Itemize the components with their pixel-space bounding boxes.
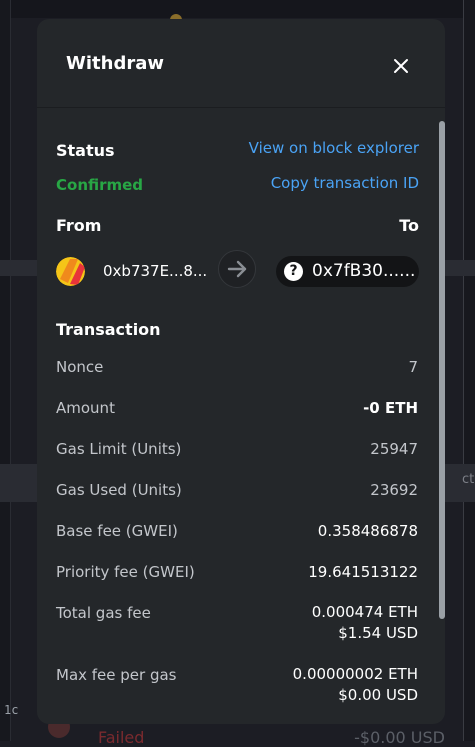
close-icon — [394, 59, 408, 73]
status-heading: Status — [56, 141, 115, 160]
background-left-edge — [0, 0, 11, 741]
background-right-edge — [463, 0, 475, 741]
withdraw-details-modal: Withdraw Status View on block explorer C… — [37, 19, 445, 724]
from-account-avatar[interactable] — [56, 257, 85, 286]
close-button[interactable] — [387, 52, 415, 80]
to-address-pill[interactable]: ? 0x7fB30...... — [276, 256, 419, 287]
background-amount: -$0.00 USD — [354, 728, 445, 747]
gas-used-value: 23692 — [370, 481, 418, 499]
question-mark-icon: ? — [284, 262, 303, 281]
background-text-fragment: 1c — [4, 703, 19, 717]
background-top-bar — [0, 0, 475, 18]
gas-limit-value: 25947 — [370, 440, 418, 458]
status-badge: Confirmed — [56, 176, 144, 194]
background-failed-status: Failed — [98, 728, 145, 747]
amount-label: Amount — [56, 399, 115, 417]
gas-used-label: Gas Used (Units) — [56, 481, 182, 499]
total-gas-fee-eth: 0.000474 ETH — [311, 603, 418, 621]
gas-limit-label: Gas Limit (Units) — [56, 440, 182, 458]
priority-fee-value: 19.641513122 — [308, 563, 418, 581]
scrollbar-thumb[interactable] — [439, 121, 445, 619]
from-address[interactable]: 0xb737E...8... — [103, 262, 207, 280]
modal-title: Withdraw — [66, 53, 164, 74]
total-gas-fee-label: Total gas fee — [56, 604, 151, 622]
nonce-label: Nonce — [56, 358, 104, 376]
base-fee-value: 0.358486878 — [317, 522, 418, 540]
max-fee-per-gas-eth: 0.00000002 ETH — [292, 665, 418, 683]
header-divider — [37, 107, 445, 108]
transaction-heading: Transaction — [56, 320, 161, 339]
arrow-right-icon — [227, 260, 247, 278]
copy-transaction-id-link[interactable]: Copy transaction ID — [271, 174, 419, 192]
nonce-value: 7 — [408, 358, 418, 376]
account-avatar-icon — [56, 257, 85, 286]
background-text-fragment: ctio — [462, 472, 475, 487]
max-fee-per-gas-usd: $0.00 USD — [338, 686, 418, 704]
amount-value: -0 ETH — [363, 399, 418, 417]
to-label: To — [399, 216, 419, 235]
direction-arrow — [218, 250, 256, 288]
to-address: 0x7fB30...... — [312, 261, 416, 281]
from-label: From — [56, 216, 102, 235]
base-fee-label: Base fee (GWEI) — [56, 522, 178, 540]
view-on-block-explorer-link[interactable]: View on block explorer — [249, 139, 419, 157]
total-gas-fee-usd: $1.54 USD — [338, 624, 418, 642]
priority-fee-label: Priority fee (GWEI) — [56, 563, 195, 581]
max-fee-per-gas-label: Max fee per gas — [56, 666, 177, 684]
